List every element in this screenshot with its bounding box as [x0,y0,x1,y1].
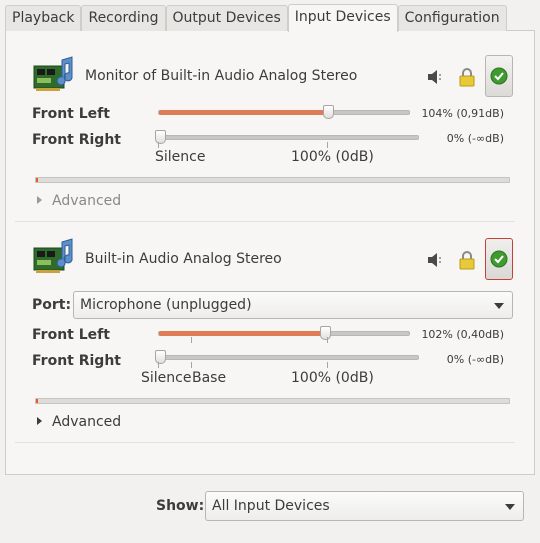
scale-mark-base: Base [192,370,227,386]
device-name: Monitor of Built-in Audio Analog Stereo [85,68,358,84]
show-combo[interactable]: All Input Devices [205,491,524,521]
speaker-icon[interactable] [424,250,444,270]
port-label: Port: [32,297,72,313]
tab-output-devices[interactable]: Output Devices [165,5,288,31]
scale-tick [191,362,192,368]
expander-arrow-icon [37,196,42,204]
audio-card-icon [33,56,73,91]
tab-bar: Playback Recording Output Devices Input … [5,4,507,32]
volume-slider-front-right[interactable] [155,130,419,144]
checkmark-icon [490,250,508,268]
scale-tick [158,362,159,368]
scale-mark-silence: Silence [155,149,206,165]
volume-value: 0% (-∞dB) [446,132,504,145]
lock-icon[interactable] [457,67,477,87]
scale-tick [158,142,159,148]
volume-value: 0% (-∞dB) [446,353,504,366]
volume-value: 102% (0,40dB) [421,328,504,341]
scale-tick [327,337,328,343]
advanced-label: Advanced [52,193,122,209]
dropdown-arrow-icon [505,504,515,510]
tab-input-devices[interactable]: Input Devices [287,4,398,32]
device-name: Built-in Audio Analog Stereo [85,251,282,267]
scale-tick [327,362,328,368]
scale-tick [191,337,192,343]
peak-meter [35,398,510,404]
volume-slider-front-left[interactable] [158,326,410,340]
channel-label-front-right: Front Right [32,132,121,148]
slider-handle[interactable] [323,105,334,119]
show-value: All Input Devices [212,498,330,514]
audio-card-icon [33,238,73,273]
expander-arrow-icon [37,417,42,425]
volume-slider-front-right[interactable] [155,350,419,364]
separator [15,221,515,222]
channel-label-front-right: Front Right [32,353,121,369]
show-label: Show: [156,498,205,514]
dropdown-arrow-icon [494,303,504,309]
slider-handle[interactable] [155,130,166,144]
channel-label-front-left: Front Left [32,327,110,343]
advanced-expander[interactable]: Advanced [37,193,121,209]
volume-value: 104% (0,91dB) [421,107,504,120]
advanced-label: Advanced [52,414,122,430]
lock-icon[interactable] [457,250,477,270]
tab-recording[interactable]: Recording [81,5,166,31]
checkmark-icon [490,67,508,85]
tab-playback[interactable]: Playback [5,5,82,31]
scale-mark-100: 100% (0dB) [291,149,374,165]
set-default-button[interactable] [485,55,513,97]
tab-configuration[interactable]: Configuration [397,5,507,31]
slider-handle[interactable] [320,326,331,340]
speaker-icon[interactable] [424,67,444,87]
scale-mark-silence: Silence [141,370,192,386]
separator [15,442,515,443]
channel-label-front-left: Front Left [32,106,110,122]
volume-slider-front-left[interactable] [158,105,410,119]
scale-tick [327,142,328,148]
scale-mark-100: 100% (0dB) [291,370,374,386]
peak-meter [35,177,510,183]
port-value: Microphone (unplugged) [80,297,252,313]
slider-handle[interactable] [155,350,166,364]
advanced-expander[interactable]: Advanced [37,414,121,430]
set-default-button[interactable] [485,238,513,280]
port-combo[interactable]: Microphone (unplugged) [73,291,513,319]
